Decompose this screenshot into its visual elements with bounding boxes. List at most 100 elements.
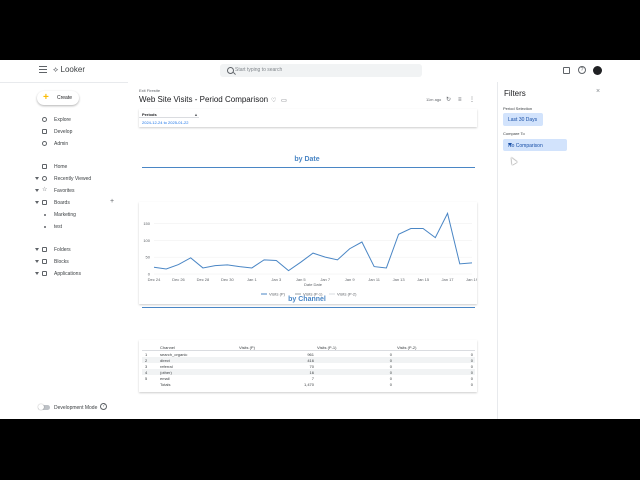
gear-icon [42, 141, 47, 146]
left-nav: + Create Explore Develop Admin Home Rece… [28, 82, 128, 419]
info-icon[interactable]: ▭ [281, 98, 287, 104]
period-selection-value: Last 30 Days [508, 117, 538, 123]
table-cell: Visits (P-1) [317, 345, 337, 350]
compare-to-label: Compare To [503, 131, 525, 136]
code-icon [42, 129, 47, 134]
looker-logo[interactable]: ⟡ Looker [53, 65, 85, 75]
x-tick-label: Jan 1 [247, 277, 258, 282]
marketplace-icon[interactable] [563, 67, 570, 74]
nav-label: Favorites [54, 188, 75, 194]
development-mode-label: Development Mode [54, 405, 98, 411]
x-tick-label: Dec 30 [221, 277, 234, 282]
periods-value[interactable]: 2024-12-24 to 2025-01-22 [142, 120, 188, 125]
refresh-icon[interactable]: ↻ [446, 97, 451, 103]
x-tick-label: Jan 13 [393, 277, 406, 282]
expand-arrow-icon[interactable] [35, 272, 39, 275]
period-selection-button[interactable]: Last 30 Days [503, 113, 543, 126]
close-icon[interactable]: × [596, 88, 600, 95]
line-chart: 0 50 100 150 Dec 24 Dec 26 Dec 28 Dec 30 Jan 1 Ja… [143, 211, 479, 297]
filters-title: Filters [504, 89, 526, 98]
create-label: Create [57, 95, 73, 101]
dashboard: Exit Firestte Web Site Visits - Period C… [128, 82, 497, 419]
nav-label: test [54, 224, 63, 230]
filters-panel: Filters × Period Selection Last 30 Days … [497, 82, 640, 419]
divider [139, 117, 199, 118]
x-tick-label: Dec 26 [172, 277, 185, 282]
search-input[interactable]: Start typing to search [220, 64, 422, 77]
menu-icon[interactable] [39, 66, 47, 74]
board-icon [42, 200, 47, 205]
table-cell: Visits (P-2) [397, 345, 417, 350]
nav-label: Boards [54, 200, 70, 206]
clock-icon [42, 176, 47, 181]
compare-to-value: No Comparison [508, 143, 543, 149]
more-options-icon[interactable]: ⋮ [469, 97, 475, 103]
logo-text: Looker [60, 65, 85, 74]
table-totals-row: Totals 1,470 0 0 [142, 381, 475, 387]
expand-arrow-icon[interactable] [35, 201, 39, 204]
development-mode-toggle[interactable]: Development Mode ? [38, 403, 138, 413]
filter-icon[interactable]: ≡ [458, 97, 462, 103]
visits-by-channel-table: Channel Visits (P) Visits (P-1) Visits (P-2… [139, 340, 477, 392]
updated-time: 11m ago [426, 97, 442, 102]
search-placeholder: Start typing to search [235, 67, 283, 73]
expand-arrow-icon[interactable] [35, 177, 39, 180]
table-cell: Visits (P) [239, 345, 255, 350]
x-tick-label: Jan 17 [442, 277, 455, 282]
nav-label: Develop [54, 129, 73, 135]
top-bar: ⟡ Looker Start typing to search ? [0, 60, 640, 83]
nav-label: Folders [54, 247, 71, 253]
plus-icon: + [43, 92, 49, 103]
folder-icon [42, 247, 47, 252]
nav-item-boards[interactable]: Boards + [28, 198, 128, 208]
avatar[interactable] [593, 66, 602, 75]
x-axis-label: Date Date [304, 282, 323, 287]
bullet-icon [44, 226, 46, 228]
breadcrumb[interactable]: Exit Firestte [139, 88, 160, 93]
expand-arrow-icon[interactable] [35, 260, 39, 263]
y-tick-label: 150 [143, 221, 150, 226]
heart-icon[interactable]: ♡ [271, 98, 276, 104]
expand-arrow-icon[interactable] [35, 248, 39, 251]
help-icon[interactable]: ? [578, 66, 586, 74]
table-cell: 0 [389, 382, 392, 387]
x-tick-label: Jan 9 [345, 277, 356, 282]
dashboard-title: Web Site Visits - Period Comparison [139, 95, 269, 104]
bullet-icon [44, 214, 46, 216]
compass-icon [42, 117, 47, 122]
home-icon [42, 164, 47, 169]
create-button[interactable]: + Create [37, 91, 79, 105]
compare-to-dropdown[interactable]: No Comparison [503, 139, 567, 151]
y-tick-label: 100 [143, 238, 150, 243]
help-icon[interactable]: ? [100, 403, 107, 410]
nav-label: Recently Viewed [54, 176, 92, 182]
nav-label: Admin [54, 141, 69, 147]
add-board-icon[interactable]: + [110, 198, 114, 205]
nav-label: Home [54, 164, 68, 170]
blocks-icon [42, 259, 47, 264]
expand-arrow-icon[interactable] [35, 189, 39, 192]
table-cell: 0 [470, 382, 473, 387]
nav-label: Blocks [54, 259, 69, 265]
title-icons: ♡ ▭ [271, 97, 287, 104]
mouse-cursor-icon [508, 155, 518, 166]
period-selection-label: Period Selection [503, 106, 533, 111]
x-tick-label: Jan 3 [271, 277, 282, 282]
table-header-row: Channel Visits (P) Visits (P-1) Visits (P-2… [142, 344, 475, 351]
chevron-down-icon [508, 143, 512, 146]
section-title-channel: by Channel [288, 296, 326, 303]
nav-label: Marketing [54, 212, 76, 218]
table-cell: Totals [160, 382, 171, 387]
nav-label: Applications [54, 271, 81, 277]
x-tick-label: Jan 19 [466, 277, 477, 282]
star-icon: ☆ [42, 187, 48, 193]
toggle-switch[interactable] [38, 404, 50, 410]
search-icon [227, 67, 234, 74]
y-tick-label: 0 [148, 272, 151, 277]
divider [142, 167, 475, 168]
table-cell: 1,470 [303, 382, 314, 387]
x-tick-label: Jan 15 [417, 277, 430, 282]
visits-by-date-chart: 0 50 100 150 Dec 24 Dec 26 Dec 28 Dec 30 Jan 1 Ja… [139, 202, 479, 304]
table-cell: Channel [160, 345, 175, 350]
series-line [153, 211, 473, 272]
